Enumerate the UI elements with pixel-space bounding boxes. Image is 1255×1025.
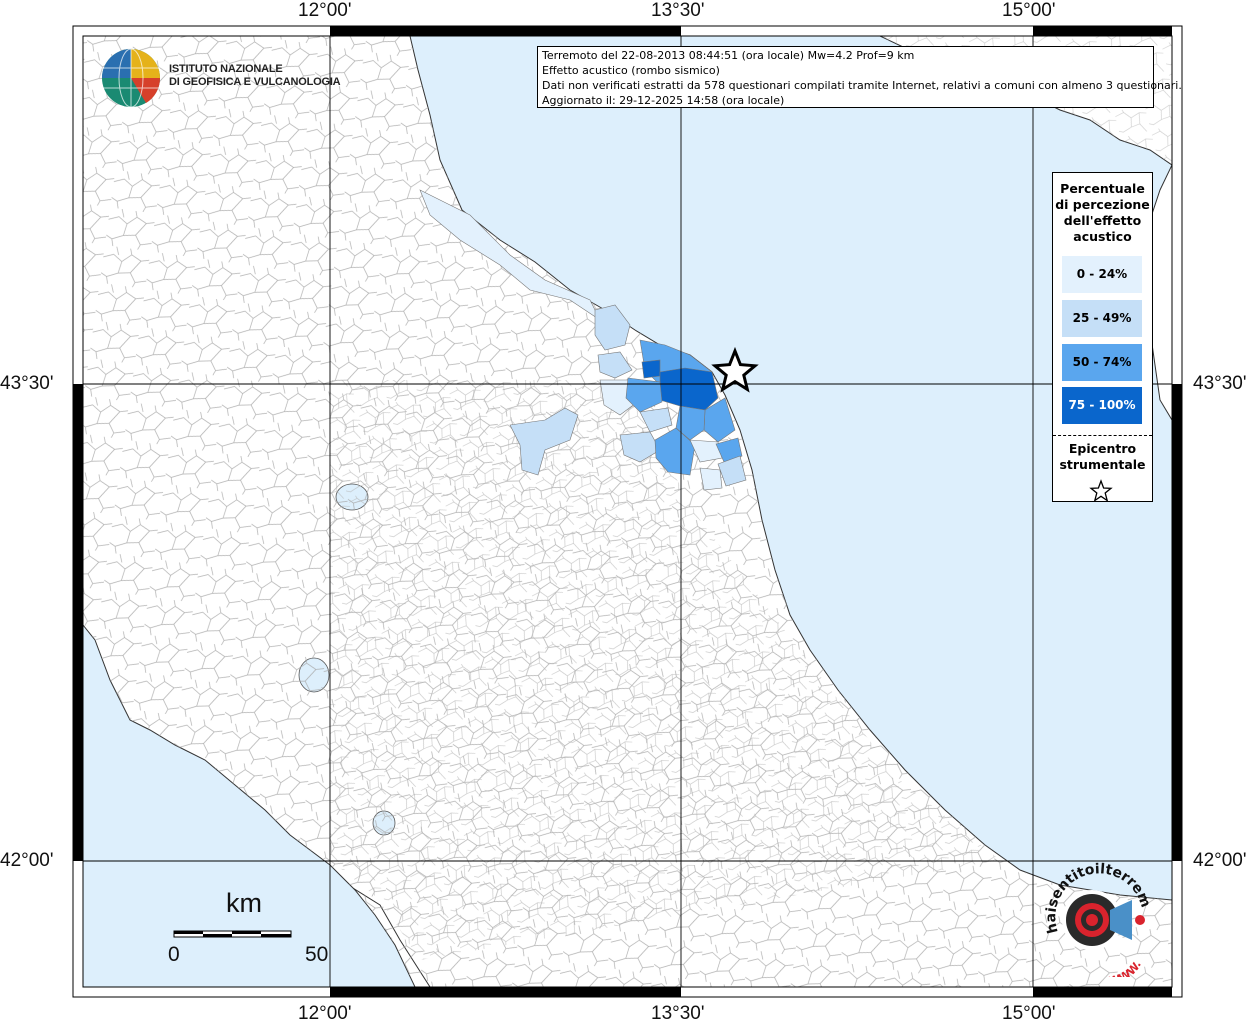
scale-min: 0 [168, 943, 180, 966]
legend-star-icon [1089, 479, 1113, 503]
legend-item-75-100: 75 - 100% [1062, 387, 1142, 424]
coord-left-1: 43°30' [0, 373, 54, 394]
coord-top-2: 13°30' [651, 0, 705, 21]
svg-text:WWW.: WWW. [1107, 959, 1144, 977]
ingv-logo-text: ISTITUTO NAZIONALE DI GEOFISICA E VULCAN… [169, 63, 341, 88]
event-title: Terremoto del 22-08-2013 08:44:51 (ora l… [542, 49, 915, 62]
coord-right-2: 42°00' [1193, 850, 1247, 871]
scale-bar [173, 930, 292, 938]
event-info-box: Terremoto del 22-08-2013 08:44:51 (ora l… [537, 46, 1182, 108]
coord-right-1: 43°30' [1193, 373, 1247, 394]
hst-logo-icon: haisentitoilterremoto.it WWW. [1040, 862, 1154, 977]
hst-logo-url: WWW. [1107, 959, 1144, 977]
coord-bottom-1: 12°00' [298, 1003, 352, 1024]
update-time: Aggiornato il: 29-12-2025 14:58 (ora loc… [542, 94, 785, 107]
legend-epicentre-label: Epicentro strumentale [1059, 441, 1146, 472]
data-note: Dati non verificati estratti da 578 ques… [542, 79, 1182, 92]
ingv-logo-icon [102, 48, 161, 108]
effect-type: Effetto acustico (rombo sismico) [542, 64, 720, 77]
legend: Percentuale di percezione dell'effetto a… [1052, 172, 1153, 503]
scale-unit: km [226, 888, 262, 918]
legend-item-0-24: 0 - 24% [1062, 256, 1142, 293]
scale-max: 50 [305, 943, 329, 966]
coord-bottom-2: 13°30' [651, 1003, 705, 1024]
legend-title: Percentuale di percezione dell'effetto a… [1055, 181, 1150, 244]
legend-item-50-74: 50 - 74% [1062, 344, 1142, 381]
coord-top-3: 15°00' [1002, 0, 1056, 21]
coord-bottom-3: 15°00' [1002, 1003, 1056, 1024]
legend-item-25-49: 25 - 49% [1062, 300, 1142, 337]
coord-left-2: 42°00' [0, 850, 54, 871]
coord-top-1: 12°00' [298, 0, 352, 21]
legend-divider [1053, 435, 1152, 436]
